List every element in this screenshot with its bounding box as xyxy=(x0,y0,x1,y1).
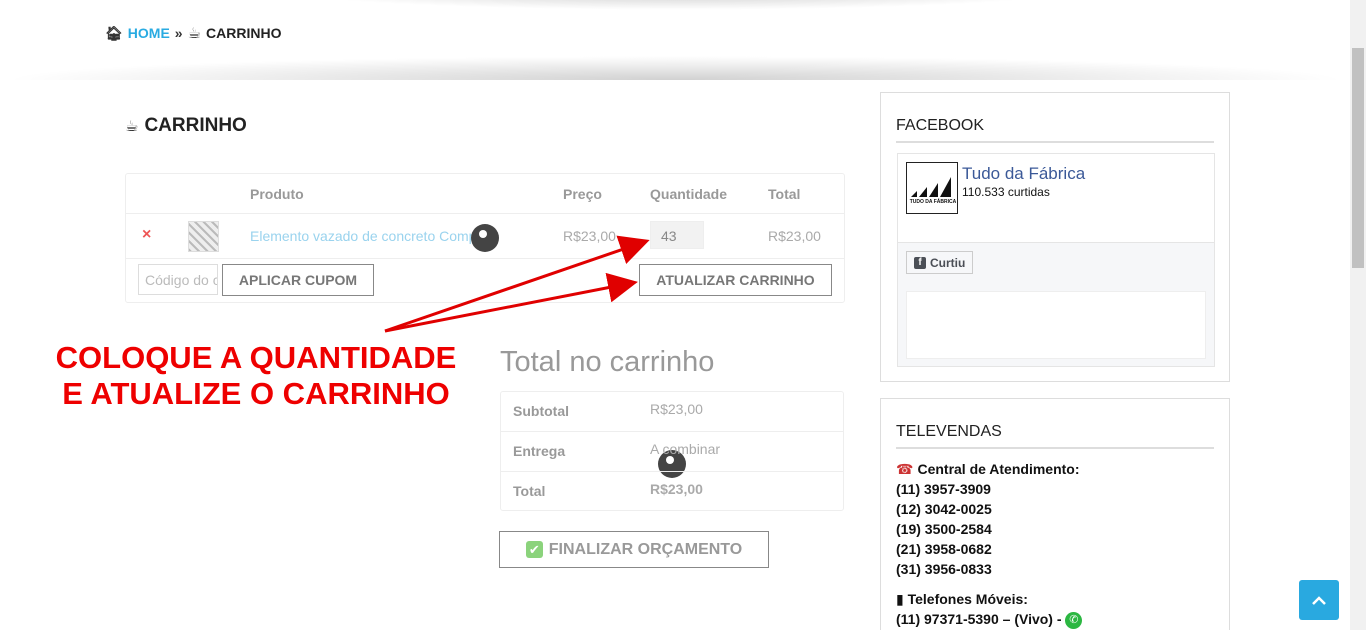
facebook-widget: FACEBOOK TUDO DA FÁBRICA Tudo da Fábrica… xyxy=(880,92,1230,382)
whatsapp-icon[interactable]: ✆ xyxy=(1065,611,1083,629)
column-header-product: Produto xyxy=(250,186,304,202)
televendas-widget-title: TELEVENDAS xyxy=(896,423,1214,449)
header-band: 🏠︎ HOME » ☕ CARRINHO xyxy=(0,0,1350,80)
phone-number: (11) 3957-3909 xyxy=(896,481,991,497)
totals-row-total: Total R$23,00 xyxy=(501,472,843,512)
facebook-liked-label: Curtiu xyxy=(930,255,966,270)
annotation-line-1: COLOQUE A QUANTIDADE xyxy=(55,340,457,375)
finalize-label: FINALIZAR ORÇAMENTO xyxy=(548,541,743,558)
apply-coupon-button[interactable]: APLICAR CUPOM xyxy=(222,264,374,296)
table-header-row: Produto Preço Quantidade Total xyxy=(126,174,844,214)
subtotal-value: R$23,00 xyxy=(650,401,703,417)
total-label: Total xyxy=(513,483,546,499)
mobile-heading: ▮ Telefones Móveis: xyxy=(896,591,1028,607)
cursor-marker xyxy=(471,224,499,252)
logo-bars-icon xyxy=(911,177,951,197)
annotation-line-2: E ATUALIZE O CARRINHO xyxy=(62,376,450,411)
column-header-total: Total xyxy=(768,186,801,202)
mobile-number: (11) 97371-5390 – (Vivo) - ✆ xyxy=(896,609,1216,629)
central-heading: ☎ Central de Atendimento: xyxy=(896,461,1080,477)
shipping-label: Entrega xyxy=(513,443,566,459)
facebook-icon: f xyxy=(914,256,926,269)
item-price: R$23,00 xyxy=(563,228,616,244)
cart-title-text: CARRINHO xyxy=(144,115,247,136)
mobile-phone-icon: ▮ xyxy=(896,591,904,607)
televendas-widget: TELEVENDAS ☎ Central de Atendimento: (11)… xyxy=(880,398,1230,630)
coffee-cup-icon: ☕ xyxy=(125,118,139,135)
coffee-cup-icon: ☕ xyxy=(187,25,202,42)
column-header-price: Preço xyxy=(563,186,602,202)
televendas-contacts: ☎ Central de Atendimento: (11) 3957-3909 … xyxy=(896,459,1216,629)
totals-row-subtotal: Subtotal R$23,00 xyxy=(501,392,843,432)
facebook-likes-count: 110.533 curtidas xyxy=(962,185,1050,199)
facebook-page-name-link[interactable]: Tudo da Fábrica xyxy=(962,164,1085,184)
page-title: ☕ CARRINHO xyxy=(125,115,247,137)
phone-number: (19) 3500-2584 xyxy=(896,521,992,537)
total-value: R$23,00 xyxy=(650,481,703,497)
coupon-code-input[interactable]: Código do cupom xyxy=(138,264,218,295)
facebook-widget-title: FACEBOOK xyxy=(896,117,1214,143)
back-to-top-button[interactable] xyxy=(1299,580,1339,620)
column-header-quantity: Quantidade xyxy=(650,186,728,202)
page-scrollbar[interactable] xyxy=(1350,0,1366,630)
totals-row-shipping: Entrega A combinar xyxy=(501,432,843,472)
logo-text: TUDO DA FÁBRICA xyxy=(909,199,957,205)
facebook-page-card: TUDO DA FÁBRICA Tudo da Fábrica 110.533 … xyxy=(897,153,1215,367)
scrollbar-thumb[interactable] xyxy=(1352,48,1364,268)
remove-item-icon[interactable]: × xyxy=(142,226,151,244)
product-thumbnail[interactable] xyxy=(188,221,219,252)
subtotal-label: Subtotal xyxy=(513,403,569,419)
cart-totals-table: Subtotal R$23,00 Entrega A combinar Tota… xyxy=(500,391,844,511)
finalize-quote-button[interactable]: ✔ FINALIZAR ORÇAMENTO xyxy=(499,531,769,568)
telephone-icon: ☎ xyxy=(896,461,914,477)
breadcrumb-home-link[interactable]: HOME xyxy=(128,25,170,41)
cart-totals-title: Total no carrinho xyxy=(500,346,715,378)
quantity-input[interactable]: 43 xyxy=(650,221,704,249)
home-icon: 🏠︎ xyxy=(105,24,123,41)
update-cart-button[interactable]: ATUALIZAR CARRINHO xyxy=(639,264,832,296)
facebook-liked-button[interactable]: f Curtiu xyxy=(906,251,974,274)
phone-number: (12) 3042-0025 xyxy=(896,501,992,517)
facebook-actions-area: f Curtiu xyxy=(898,242,1214,366)
product-name-link[interactable]: Elemento vazado de concreto Compose xyxy=(250,228,499,244)
chevron-up-icon xyxy=(1312,595,1326,605)
phone-number: (21) 3958-0682 xyxy=(896,541,992,557)
check-icon: ✔ xyxy=(525,541,543,558)
facebook-post-preview xyxy=(906,291,1206,359)
phone-number: (31) 3956-0833 xyxy=(896,561,992,577)
page-logo[interactable]: TUDO DA FÁBRICA xyxy=(906,162,958,214)
breadcrumb-separator: » xyxy=(174,25,183,41)
breadcrumb-current: CARRINHO xyxy=(206,25,282,41)
breadcrumb: 🏠︎ HOME » ☕ CARRINHO xyxy=(105,24,282,43)
item-total: R$23,00 xyxy=(768,228,821,244)
shipping-value: A combinar xyxy=(650,441,721,457)
annotation-text: COLOQUE A QUANTIDADE E ATUALIZE O CARRIN… xyxy=(36,340,476,412)
